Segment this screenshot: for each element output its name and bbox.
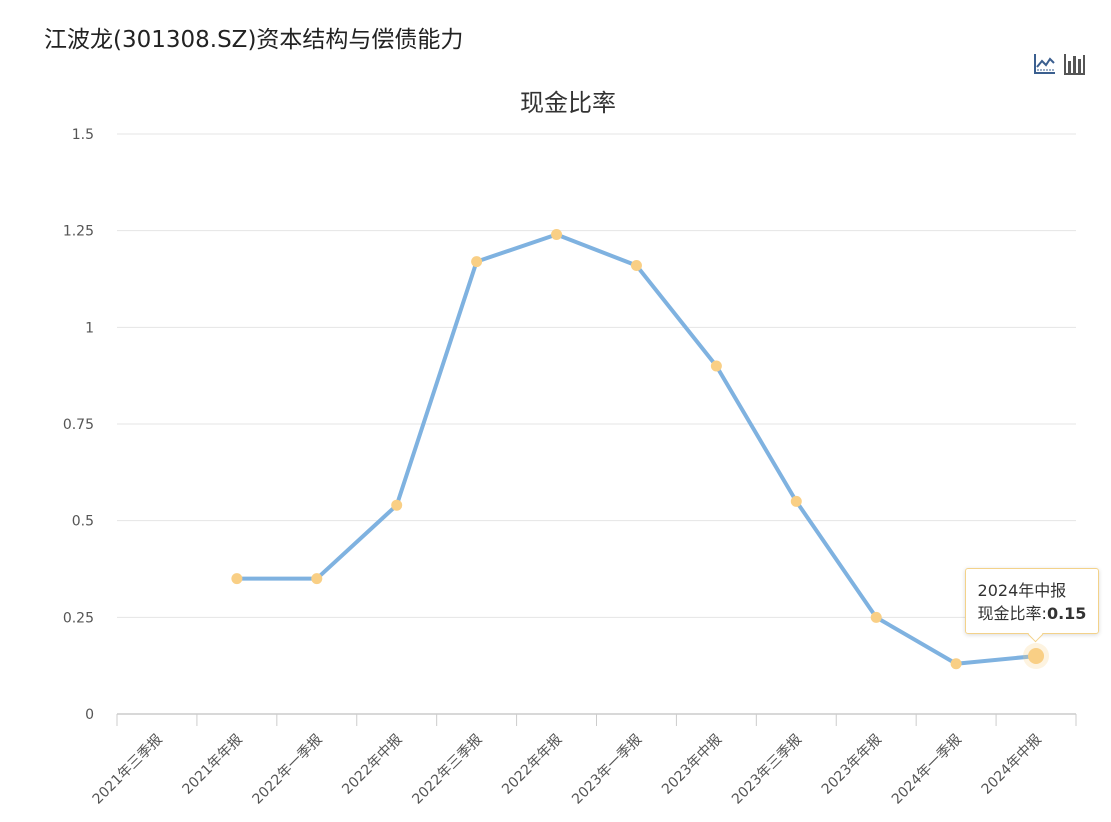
chart-title: 现金比率 [520,89,616,117]
data-point[interactable] [630,259,642,271]
tooltip-value-row: 现金比率:0.15 [978,602,1087,625]
x-tick-label: 2021年三季报 [90,732,166,808]
y-tick-label: 1 [85,320,94,336]
tooltip-category: 2024年中报 [977,581,1067,600]
x-tick-label: 2023年中报 [659,732,725,798]
x-tick-label: 2023年一季报 [569,732,645,808]
x-tick-label: 2023年三季报 [729,732,805,808]
x-tick-label: 2022年年报 [499,732,565,798]
data-point[interactable] [790,495,802,507]
data-point[interactable] [950,658,962,670]
data-point[interactable] [311,573,323,585]
data-point[interactable] [710,360,722,372]
x-tick-label: 2023年年报 [819,732,885,798]
x-tick-label: 2022年三季报 [409,732,485,808]
x-tick-label: 2024年一季报 [889,732,965,808]
y-tick-label: 1.25 [63,224,94,240]
x-tick-label: 2022年一季报 [250,732,326,808]
y-tick-label: 0.75 [63,417,94,433]
grid-lines [117,133,1076,618]
tooltip-value: 0.15 [1046,604,1087,623]
data-point[interactable] [471,256,483,268]
cash-ratio-chart: 现金比率 0 0.25 0.5 0.75 1 1.25 1.5 2021年三季报 2021年年… [63,89,1077,808]
x-axis: 2021年三季报 2021年年报 2022年一季报 2022年中报 2022年三季报 20… [90,713,1077,808]
data-point-highlighted[interactable] [1028,648,1045,664]
data-point[interactable] [870,611,882,623]
data-tooltip: 2024年中报 现金比率:0.15 [964,568,1100,643]
y-tick-label: 0 [85,707,94,723]
series-cash-ratio [231,229,1050,670]
x-tick-label: 2021年年报 [179,732,245,798]
data-point[interactable] [391,499,403,511]
y-tick-label: 0.5 [72,514,94,530]
data-point[interactable] [551,229,563,241]
y-axis: 0 0.25 0.5 0.75 1 1.25 1.5 [63,127,94,723]
series-line [234,232,1039,666]
y-tick-label: 1.5 [72,127,94,143]
x-tick-label: 2022年中报 [339,732,405,798]
y-tick-label: 0.25 [63,610,94,626]
tooltip-series-label: 现金比率: [977,604,1047,623]
data-point[interactable] [231,573,243,585]
x-tick-label: 2024年中报 [979,732,1045,798]
